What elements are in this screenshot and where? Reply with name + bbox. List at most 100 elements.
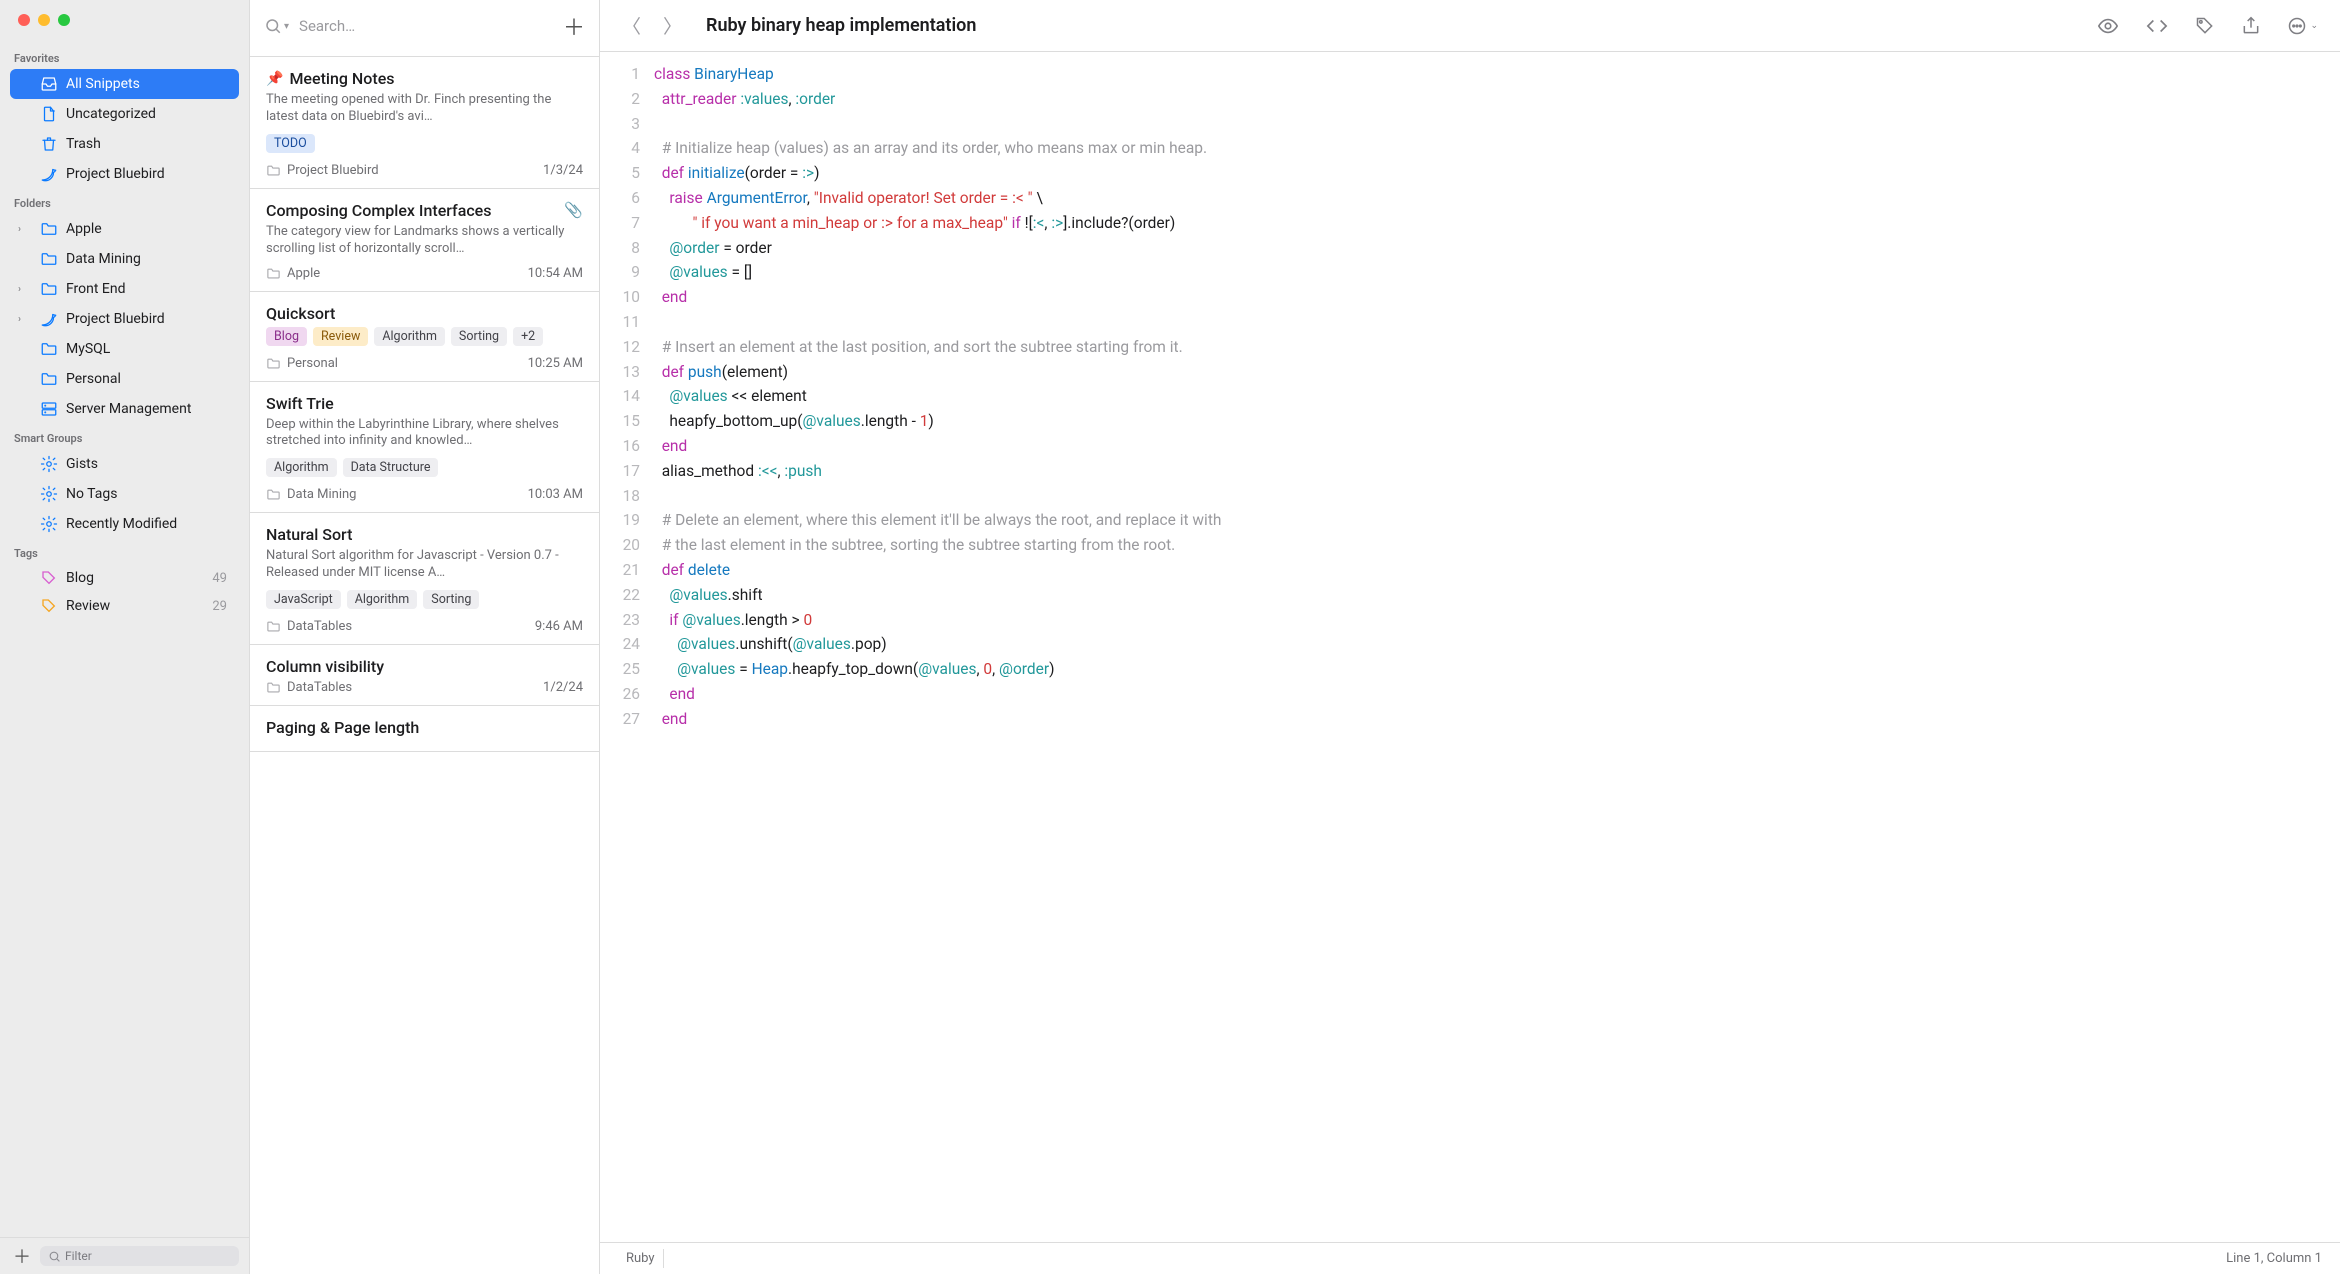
app-root: Favorites › All Snippets › Uncategorized… <box>0 0 2340 1274</box>
filter-icon <box>48 1250 61 1263</box>
sidebar-item-folder[interactable]: › Server Management <box>10 394 239 424</box>
snippet-tag[interactable]: Review <box>313 327 368 346</box>
folder-icon <box>266 619 281 634</box>
snippet-tag[interactable]: Algorithm <box>374 327 445 346</box>
sidebar-item-smart[interactable]: › No Tags <box>10 479 239 509</box>
sidebar-item-folder[interactable]: › MySQL <box>10 334 239 364</box>
more-icon[interactable]: ⌄ <box>2287 16 2318 36</box>
code-line: " if you want a min_heap or :> for a max… <box>654 211 1221 236</box>
code-icon[interactable] <box>2145 15 2169 37</box>
line-number: 23 <box>600 608 640 633</box>
code-line: end <box>654 285 1221 310</box>
snippet-excerpt: The meeting opened with Dr. Finch presen… <box>266 92 583 126</box>
snippet-tags: Blog Review Algorithm Sorting +2 <box>266 327 583 346</box>
minimize-window-button[interactable] <box>38 14 50 26</box>
sidebar-tag-item[interactable]: Review 29 <box>10 592 239 620</box>
close-window-button[interactable] <box>18 14 30 26</box>
chevron-right-icon: › <box>18 284 32 295</box>
editor-status-bar: Ruby Line 1, Column 1 <box>600 1242 2340 1274</box>
snippet-excerpt: The category view for Landmarks shows a … <box>266 224 583 258</box>
snippet-row[interactable]: Swift Trie Deep within the Labyrinthine … <box>250 382 599 514</box>
line-number: 4 <box>600 136 640 161</box>
snippet-date: 10:25 AM <box>528 356 583 371</box>
new-snippet-button[interactable]: ＋ <box>563 10 585 42</box>
nav-back-button[interactable]: 〈 <box>622 12 641 39</box>
tag-icon[interactable] <box>2195 16 2215 36</box>
snippet-row[interactable]: Composing Complex Interfaces📎 The catego… <box>250 189 599 292</box>
code-line: if @values.length > 0 <box>654 608 1221 633</box>
code-line: class BinaryHeap <box>654 62 1221 87</box>
sidebar-item-folder[interactable]: › Apple <box>10 214 239 244</box>
folder-icon <box>266 163 281 178</box>
share-icon[interactable] <box>2241 16 2261 36</box>
line-number: 14 <box>600 384 640 409</box>
sidebar-item-favorite[interactable]: › Project Bluebird <box>10 159 239 189</box>
line-number: 16 <box>600 434 640 459</box>
line-number: 24 <box>600 632 640 657</box>
code-line: @values << element <box>654 384 1221 409</box>
snippet-row[interactable]: Quicksort BlogReviewAlgorithmSorting+2 P… <box>250 292 599 382</box>
filter-input[interactable]: Filter <box>40 1246 239 1266</box>
preview-icon[interactable] <box>2097 15 2119 37</box>
line-number: 1 <box>600 62 640 87</box>
nav-forward-button[interactable]: 〉 <box>663 12 682 39</box>
code-line: end <box>654 434 1221 459</box>
snippet-tag[interactable]: Algorithm <box>266 458 337 477</box>
trash-icon <box>40 135 58 153</box>
sidebar-scroll: Favorites › All Snippets › Uncategorized… <box>0 44 249 1237</box>
sidebar-item-smart[interactable]: › Recently Modified <box>10 509 239 539</box>
snippet-tag[interactable]: Algorithm <box>347 590 418 609</box>
snippet-folder: DataTables <box>287 619 352 634</box>
line-number: 2 <box>600 87 640 112</box>
favorites-header: Favorites <box>10 44 239 69</box>
add-button[interactable]: ＋ <box>10 1244 34 1268</box>
snippet-tag[interactable]: Sorting <box>423 590 479 609</box>
language-selector[interactable]: Ruby <box>618 1249 664 1268</box>
tags-header: Tags <box>10 539 239 564</box>
editor-body[interactable]: 1234567891011121314151617181920212223242… <box>600 52 2340 1242</box>
snippet-tag[interactable]: Data Structure <box>343 458 439 477</box>
line-number: 10 <box>600 285 640 310</box>
snippet-tag[interactable]: Blog <box>266 327 307 346</box>
snippet-tags: TODO <box>266 134 583 153</box>
snippet-footer: DataTables 1/2/24 <box>266 680 583 695</box>
zoom-window-button[interactable] <box>58 14 70 26</box>
snippet-row[interactable]: 📌Meeting Notes The meeting opened with D… <box>250 57 599 189</box>
gear-icon <box>40 455 58 473</box>
sidebar-item-label: Uncategorized <box>66 106 231 122</box>
inbox-icon <box>40 75 58 93</box>
sidebar-item-folder[interactable]: › Front End <box>10 274 239 304</box>
line-number: 13 <box>600 360 640 385</box>
snippet-row[interactable]: Natural Sort Natural Sort algorithm for … <box>250 513 599 645</box>
snippet-title-row: Composing Complex Interfaces📎 <box>266 201 583 220</box>
snippet-row[interactable]: Column visibility DataTables 1/2/24 <box>250 645 599 706</box>
server-icon <box>40 400 58 418</box>
snippet-date: 1/2/24 <box>543 680 583 695</box>
snippet-row[interactable]: Paging & Page length <box>250 706 599 752</box>
sidebar-item-folder[interactable]: › Project Bluebird <box>10 304 239 334</box>
snippet-tag[interactable]: +2 <box>513 327 543 346</box>
code-line: end <box>654 682 1221 707</box>
sidebar-item-folder[interactable]: › Data Mining <box>10 244 239 274</box>
sidebar-item-smart[interactable]: › Gists <box>10 449 239 479</box>
snippet-tag[interactable]: TODO <box>266 134 315 153</box>
snippet-list-panel: ▾ Search… ＋ 📌Meeting Notes The meeting o… <box>250 0 600 1274</box>
sidebar-item-favorite[interactable]: › Trash <box>10 129 239 159</box>
line-number: 18 <box>600 484 640 509</box>
line-number: 9 <box>600 260 640 285</box>
code-line: def push(element) <box>654 360 1221 385</box>
snippet-title: Swift Trie <box>266 394 334 413</box>
editor-toolbar: 〈 〉 Ruby binary heap implementation ⌄ <box>600 0 2340 52</box>
editor-title[interactable]: Ruby binary heap implementation <box>706 15 976 36</box>
snippet-title-row: Swift Trie <box>266 394 583 413</box>
line-number: 19 <box>600 508 640 533</box>
snippet-tag[interactable]: Sorting <box>451 327 507 346</box>
sidebar-item-favorite[interactable]: › Uncategorized <box>10 99 239 129</box>
sidebar-item-favorite[interactable]: › All Snippets <box>10 69 239 99</box>
code-area[interactable]: class BinaryHeap attr_reader :values, :o… <box>654 62 1241 1232</box>
snippet-tag[interactable]: JavaScript <box>266 590 341 609</box>
sidebar-tag-item[interactable]: Blog 49 <box>10 564 239 592</box>
code-line: alias_method :<<, :push <box>654 459 1221 484</box>
sidebar-item-folder[interactable]: › Personal <box>10 364 239 394</box>
search-input[interactable]: ▾ Search… <box>264 17 355 35</box>
